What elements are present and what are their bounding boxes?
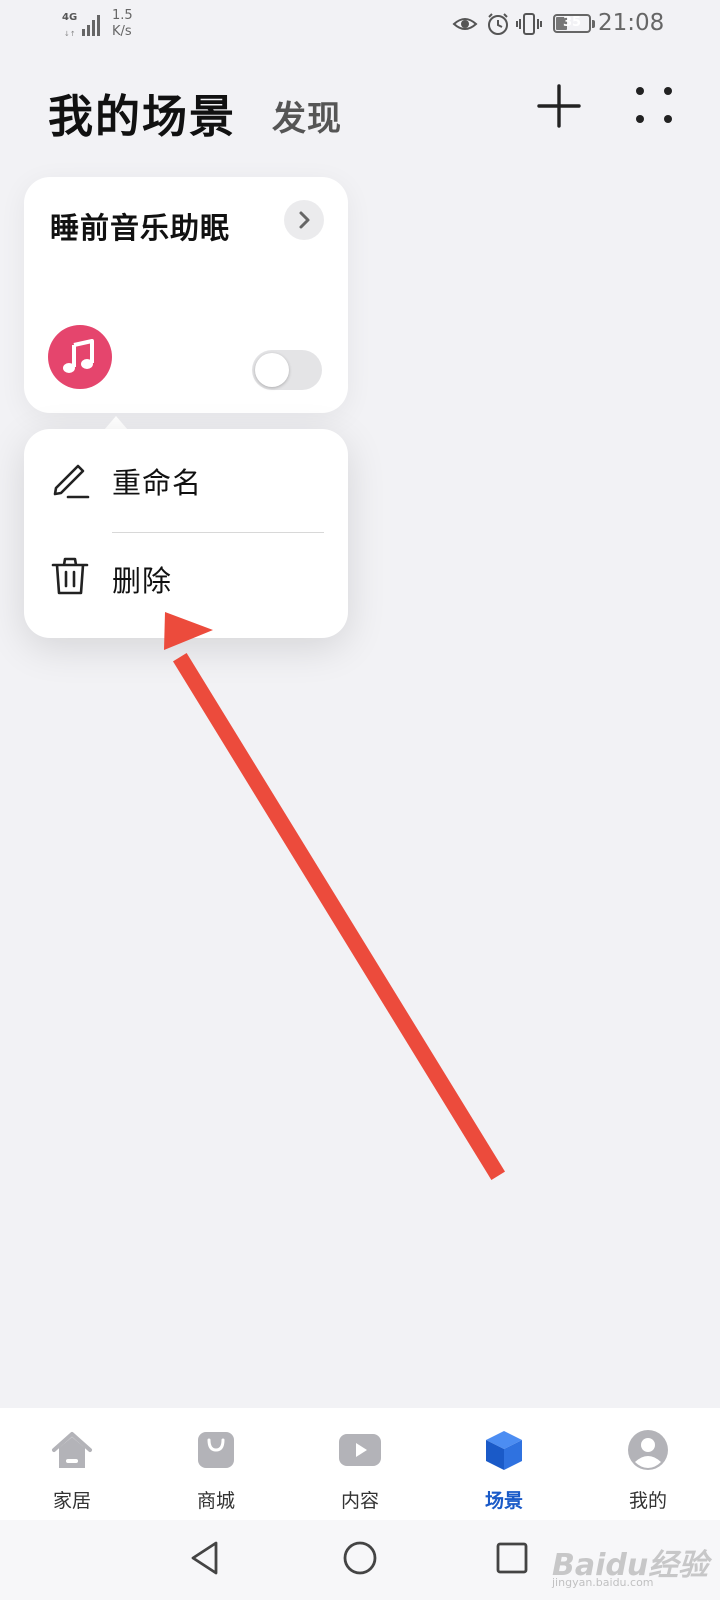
- nav-item-home[interactable]: 家居: [0, 1408, 144, 1520]
- cube-icon: [486, 1431, 522, 1470]
- tab-discover[interactable]: 发现: [272, 91, 342, 140]
- menu-pointer: [104, 416, 128, 430]
- status-bar: ↓↑ 4G 1.5 K/s 35 21:08: [0, 0, 720, 48]
- home-icon: [52, 1432, 92, 1468]
- nav-label-me: 我的: [628, 1490, 667, 1512]
- vibrate-icon: [516, 13, 542, 35]
- menu-item-rename[interactable]: 重命名: [24, 429, 348, 527]
- chevron-right-icon: [299, 211, 310, 229]
- bottom-nav: 家居 商城 内容 场景 我的: [0, 1408, 720, 1520]
- scene-card[interactable]: 睡前音乐助眠: [24, 177, 348, 413]
- context-menu: 重命名 删除: [24, 429, 348, 638]
- more-dots-icon: [636, 87, 672, 123]
- system-nav: Baidu经验 jingyan.baidu.com: [0, 1520, 720, 1600]
- menu-label-rename: 重命名: [112, 466, 203, 500]
- page-title[interactable]: 我的场景: [48, 80, 236, 145]
- shopping-bag-icon: [198, 1432, 234, 1468]
- nav-label-mall: 商城: [196, 1490, 235, 1512]
- profile-icon: [628, 1430, 668, 1470]
- nav-item-scenes[interactable]: 场景: [432, 1408, 576, 1520]
- scene-name: 睡前音乐助眠: [50, 211, 231, 245]
- battery-level: 35: [562, 15, 582, 30]
- nav-item-mall[interactable]: 商城: [144, 1408, 288, 1520]
- home-circle-icon[interactable]: [338, 1536, 382, 1580]
- battery-icon: 35: [553, 14, 591, 33]
- toggle-knob: [255, 353, 289, 387]
- more-button[interactable]: [633, 84, 675, 126]
- nav-label-home: 家居: [52, 1490, 91, 1512]
- network-type: 4G: [62, 12, 78, 23]
- network-speed: 1.5 K/s: [112, 8, 152, 40]
- add-scene-button[interactable]: [535, 82, 583, 130]
- network-speed-unit: K/s: [112, 24, 132, 39]
- nav-item-me[interactable]: 我的: [576, 1408, 720, 1520]
- scene-toggle[interactable]: [252, 350, 322, 390]
- eye-icon: [452, 18, 478, 30]
- svg-text:↓↑: ↓↑: [64, 30, 76, 38]
- watermark-url: jingyan.baidu.com: [552, 1576, 654, 1589]
- trash-icon: [51, 557, 89, 595]
- back-icon[interactable]: [184, 1536, 228, 1580]
- nav-item-content[interactable]: 内容: [288, 1408, 432, 1520]
- scene-detail-button[interactable]: [284, 200, 324, 240]
- play-icon: [339, 1434, 381, 1466]
- menu-item-delete[interactable]: 删除: [24, 527, 348, 625]
- plus-icon: [537, 84, 581, 128]
- pencil-icon: [53, 464, 90, 499]
- recents-icon[interactable]: [490, 1536, 534, 1580]
- battery-cap: [592, 20, 595, 28]
- alarm-icon: [488, 13, 508, 35]
- menu-label-delete: 删除: [112, 564, 173, 598]
- clock-time: 21:08: [598, 10, 665, 36]
- music-note-icon: [48, 325, 112, 389]
- nav-label-scenes: 场景: [484, 1490, 523, 1512]
- network-speed-value: 1.5: [112, 8, 133, 23]
- nav-label-content: 内容: [340, 1490, 379, 1512]
